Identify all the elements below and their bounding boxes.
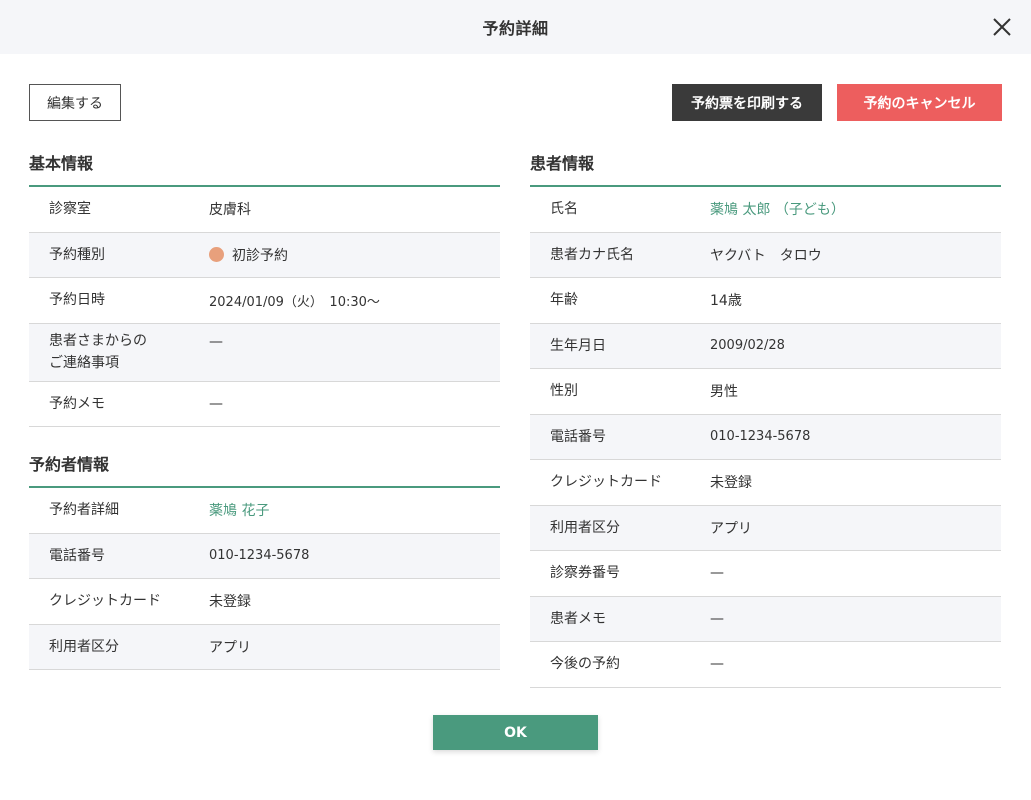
row-label: 予約者詳細 [49,502,119,519]
row-label: 電話番号 [49,547,105,564]
row-label: クレジットカード [550,474,662,491]
row-value: — [209,333,223,350]
close-button[interactable] [987,12,1017,42]
row-label: 患者カナ氏名 [550,246,634,263]
patient-info-row-kana: 患者カナ氏名 ヤクバト タロウ [530,232,1001,278]
patient-info-row-user-type: 利用者区分 アプリ [530,505,1001,551]
row-value: 2024/01/09（火） 10:30〜 [209,294,380,310]
row-value: 未登録 [209,594,251,611]
booker-info-row-user-type: 利用者区分 アプリ [29,624,500,670]
row-value: 皮膚科 [209,202,251,219]
print-ticket-button[interactable]: 予約票を印刷する [672,84,822,121]
row-value: — [710,656,724,673]
row-value: — [710,565,724,582]
close-icon [993,18,1011,36]
cancel-reservation-button[interactable]: 予約のキャンセル [837,84,1002,121]
patient-info-row-card-number: 診察券番号 — [530,551,1001,597]
row-value: 男性 [710,384,738,401]
reservation-type-text: 初診予約 [232,247,288,264]
row-value: 010-1234-5678 [209,548,310,564]
patient-name-link[interactable]: 薬鳩 太郎 （子ども） [710,199,1001,219]
row-label: 予約メモ [49,395,105,412]
patient-info-row-future-reservations: 今後の予約 — [530,642,1001,688]
dialog-header: 予約詳細 [0,0,1031,54]
booker-info-row-detail: 予約者詳細 薬鳩 花子 [29,488,500,534]
row-value: 未登録 [710,475,752,492]
row-label: 診察券番号 [550,565,620,582]
row-value: 010-1234-5678 [710,429,811,445]
basic-info-title: 基本情報 [29,150,500,187]
patient-info-row-phone: 電話番号 010-1234-5678 [530,414,1001,460]
basic-info-row-patient-message: 患者さまからの ご連絡事項 — [29,323,500,382]
right-column: 患者情報 氏名 薬鳩 太郎 （子ども） 患者カナ氏名 ヤクバト タロウ 年齢 1… [530,150,1001,688]
row-value: — [710,610,724,627]
patient-info-row-age: 年齢 14歳 [530,278,1001,324]
row-label: クレジットカード [49,593,161,610]
patient-info-row-credit-card: クレジットカード 未登録 [530,460,1001,506]
row-label: 予約日時 [49,292,105,309]
row-label: 年齢 [550,292,578,309]
patient-info-title: 患者情報 [530,150,1001,187]
row-value: アプリ [209,639,251,656]
ok-button[interactable]: OK [433,715,598,750]
booker-info-row-phone: 電話番号 010-1234-5678 [29,533,500,579]
row-label: 性別 [550,383,578,400]
patient-info-row-name: 氏名 薬鳩 太郎 （子ども） [530,187,1001,233]
row-value: ヤクバト タロウ [710,247,822,264]
patient-info-row-memo: 患者メモ — [530,596,1001,642]
edit-button[interactable]: 編集する [29,84,121,121]
booker-info-row-credit-card: クレジットカード 未登録 [29,579,500,625]
basic-info-row-memo: 予約メモ — [29,382,500,427]
row-label-line: ご連絡事項 [49,355,119,371]
row-label: 今後の予約 [550,656,620,673]
booker-name-link[interactable]: 薬鳩 花子 [209,500,500,520]
row-value: 14歳 [710,293,742,310]
left-column: 基本情報 診察室 皮膚科 予約種別 初診予約 予約日時 2024/01/09（火… [29,150,500,670]
basic-info-row-type: 予約種別 初診予約 [29,232,500,278]
row-label-line: 患者さまからの [49,333,147,349]
row-label: 予約種別 [49,246,105,263]
action-toolbar: 編集する 予約票を印刷する 予約のキャンセル [29,84,1002,121]
row-label: 電話番号 [550,428,606,445]
status-dot-icon [209,247,224,263]
booker-info-title: 予約者情報 [29,451,500,488]
row-value: アプリ [710,520,752,537]
row-label: 診察室 [49,201,91,218]
basic-info-row-datetime: 予約日時 2024/01/09（火） 10:30〜 [29,278,500,324]
row-value: — [209,395,223,412]
row-label: 患者さまからの ご連絡事項 [29,330,209,374]
patient-info-row-birthdate: 生年月日 2009/02/28 [530,323,1001,369]
row-label: 利用者区分 [550,519,620,536]
row-label: 氏名 [550,201,578,218]
row-label: 患者メモ [550,610,606,627]
row-label: 利用者区分 [49,638,119,655]
basic-info-row-room: 診察室 皮膚科 [29,187,500,233]
row-value: 2009/02/28 [710,338,785,354]
dialog-title: 予約詳細 [482,19,549,38]
row-value: 初診予約 [209,245,500,265]
row-label: 生年月日 [550,337,606,354]
patient-info-row-gender: 性別 男性 [530,369,1001,415]
